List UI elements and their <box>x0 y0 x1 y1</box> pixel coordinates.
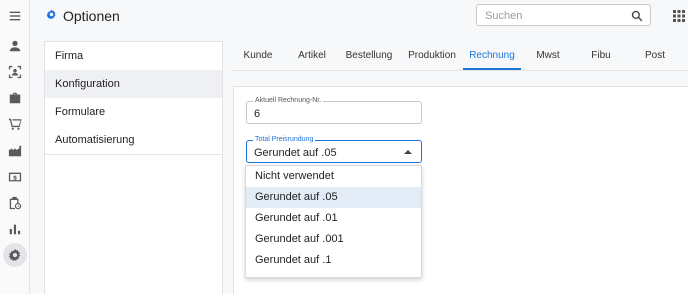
search-box[interactable] <box>476 4 651 26</box>
clipboard-clock-icon[interactable] <box>7 195 23 211</box>
tab-rechnung[interactable]: Rechnung <box>463 44 521 70</box>
search-icon[interactable] <box>631 9 643 27</box>
price-rounding-label: Total Preisrundung <box>253 135 316 144</box>
tab-post[interactable]: Post <box>635 44 675 70</box>
tab-kunde[interactable]: Kunde <box>236 44 280 70</box>
sidebar-divider <box>45 154 222 155</box>
dropdown-option[interactable]: Gerundet auf .1 <box>246 250 421 271</box>
tab-bar-divider <box>232 70 688 71</box>
cart-icon[interactable] <box>7 116 23 132</box>
sidebar-item-konfiguration[interactable]: Konfiguration <box>45 70 222 98</box>
price-rounding-select[interactable]: Total Preisrundung Gerundet auf .05 <box>246 135 422 163</box>
tab-mwst[interactable]: Mwst <box>528 44 568 70</box>
briefcase-icon[interactable] <box>7 90 23 106</box>
dropdown-option[interactable]: Gerundet auf .001 <box>246 229 421 250</box>
tab-fibu[interactable]: Fibu <box>581 44 621 70</box>
page-title: Optionen <box>46 7 120 25</box>
invoice-number-label: Aktuell Rechnung-Nr. <box>253 96 324 105</box>
svg-text:$: $ <box>13 175 17 182</box>
dropdown-option[interactable]: Gerundet auf .05 <box>246 187 421 208</box>
tab-bestellung[interactable]: Bestellung <box>344 44 394 70</box>
factory-icon[interactable] <box>7 143 23 159</box>
tab-artikel[interactable]: Artikel <box>290 44 334 70</box>
invoice-number-field[interactable]: Aktuell Rechnung-Nr. 6 <box>246 96 422 124</box>
sidebar-item-automatisierung[interactable]: Automatisierung <box>45 126 222 154</box>
page-title-text: Optionen <box>63 8 120 24</box>
tab-bar: Kunde Artikel Bestellung Produktion Rech… <box>232 44 688 70</box>
invoice-number-value[interactable]: 6 <box>254 108 260 120</box>
sidebar-item-formulare[interactable]: Formulare <box>45 98 222 126</box>
menu-icon[interactable] <box>7 8 23 24</box>
settings-icon[interactable] <box>3 243 27 267</box>
tab-produktion[interactable]: Produktion <box>404 44 460 70</box>
caret-up-icon[interactable] <box>404 150 412 154</box>
dropdown-option[interactable]: Gerundet auf .01 <box>246 208 421 229</box>
gear-icon <box>46 7 57 25</box>
top-bar: Optionen <box>30 0 688 34</box>
search-input[interactable] <box>485 8 625 23</box>
options-sidebar: Firma Konfiguration Formulare Automatisi… <box>44 41 223 294</box>
dollar-icon[interactable]: $ <box>7 169 23 185</box>
nav-rail: $ <box>0 0 30 294</box>
apps-grid-icon[interactable] <box>673 9 685 22</box>
dropdown-option[interactable]: Nicht verwendet <box>246 166 421 187</box>
price-rounding-dropdown: Nicht verwendet Gerundet auf .05 Gerunde… <box>245 165 422 278</box>
person-icon[interactable] <box>7 38 23 54</box>
bar-chart-icon[interactable] <box>7 221 23 237</box>
price-rounding-value[interactable]: Gerundet auf .05 <box>254 147 337 159</box>
contact-scan-icon[interactable] <box>7 64 23 80</box>
sidebar-item-firma[interactable]: Firma <box>45 42 222 70</box>
